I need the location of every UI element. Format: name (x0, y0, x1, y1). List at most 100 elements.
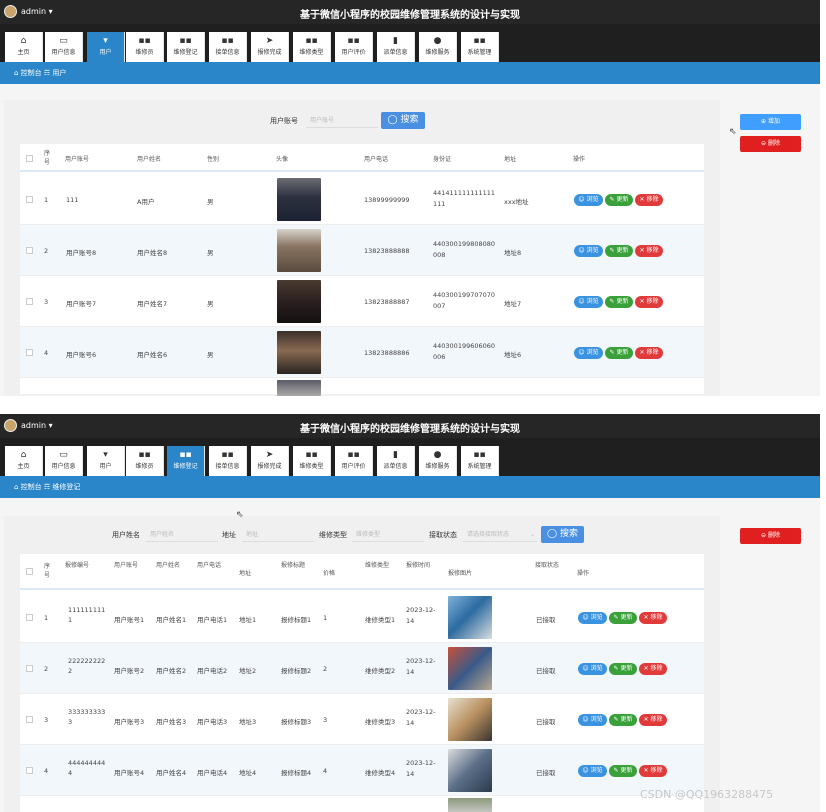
nav-item[interactable]: ▪▪ 用户评价 (335, 446, 373, 476)
edit-button[interactable]: ✎ 更新 (605, 347, 633, 359)
delete-button[interactable]: ⊖ 删除 (740, 136, 801, 152)
col-header[interactable]: 身份证 (433, 154, 451, 163)
remove-button[interactable]: ✕ 移除 (635, 245, 663, 257)
col-header[interactable]: 报修时间 (406, 560, 430, 569)
select-all-checkbox[interactable] (26, 568, 33, 575)
remove-button[interactable]: ✕ 移除 (639, 612, 667, 624)
nav-item-active[interactable]: ▪▪ 维修登记 (167, 446, 205, 476)
type-filter-input[interactable]: 维修类型 (352, 527, 424, 542)
view-button[interactable]: ☺ 浏览 (574, 296, 603, 308)
edit-button[interactable]: ✎ 更新 (605, 245, 633, 257)
remove-button[interactable]: ✕ 移除 (635, 194, 663, 206)
nav-item[interactable]: ▪▪ 接单信息 (209, 32, 247, 62)
nav-item[interactable]: ▪▪ 系统管理 (461, 446, 499, 476)
name-filter-input[interactable]: 用户姓名 (146, 527, 218, 542)
nav-item[interactable]: ▪▪ 用户评价 (335, 32, 373, 62)
nav-item[interactable]: ▮ 派单信息 (377, 446, 415, 476)
nav-item[interactable]: ⌂ 主页 (5, 32, 43, 62)
nav-item[interactable]: ▪▪ 维修类型 (293, 446, 331, 476)
col-header[interactable]: 性别 (207, 154, 219, 163)
nav-item[interactable]: ▪▪ 维修员 (126, 32, 164, 62)
user-icon: ▾ (103, 450, 108, 460)
nav-item[interactable]: ▮ 派单信息 (377, 32, 415, 62)
edit-button[interactable]: ✎ 更新 (605, 296, 633, 308)
remove-button[interactable]: ✕ 移除 (639, 663, 667, 675)
row-checkbox[interactable] (26, 196, 33, 203)
col-header[interactable]: 报修图片 (448, 568, 472, 577)
add-button[interactable]: ⊕ 增加 (740, 114, 801, 130)
nav-item[interactable]: ➤ 报修完成 (251, 32, 289, 62)
nav-item-active[interactable]: ▾ 用户 (87, 32, 125, 62)
content-area: 用户姓名 用户姓名 地址 地址 维修类型 维修类型 接取状态 请选择接取状态 ⌄ … (0, 498, 820, 812)
nav-item[interactable]: ▪▪ 接单信息 (209, 446, 247, 476)
col-header[interactable]: 报修编号 (65, 560, 89, 569)
nav-item[interactable]: ➤ 报修完成 (251, 446, 289, 476)
remove-button[interactable]: ✕ 移除 (639, 765, 667, 777)
search-input[interactable]: 用户账号 (306, 113, 378, 128)
col-header[interactable]: 用户账号 (65, 154, 89, 163)
edit-button[interactable]: ✎ 更新 (609, 612, 637, 624)
row-checkbox[interactable] (26, 716, 33, 723)
view-button[interactable]: ☺ 浏览 (578, 612, 607, 624)
edit-button[interactable]: ✎ 更新 (605, 194, 633, 206)
view-button[interactable]: ☺ 浏览 (574, 347, 603, 359)
remove-button[interactable]: ✕ 移除 (635, 296, 663, 308)
edit-button[interactable]: ✎ 更新 (609, 663, 637, 675)
repair-table: 序号 报修编号 用户账号 用户姓名 用户电话 地址 报修标题 价格 维修类型 报… (20, 554, 704, 812)
delete-button[interactable]: ⊖ 删除 (740, 528, 801, 544)
edit-button[interactable]: ✎ 更新 (609, 714, 637, 726)
remove-button[interactable]: ✕ 移除 (639, 714, 667, 726)
edit-button[interactable]: ✎ 更新 (609, 765, 637, 777)
content-area: 用户账号 用户账号 ◯ 搜索 序号 用户账号 用户姓名 性别 头像 用户电话 身… (0, 84, 820, 396)
col-header[interactable]: 报修标题 (281, 560, 305, 569)
row-checkbox[interactable] (26, 614, 33, 621)
view-button[interactable]: ☺ 浏览 (578, 765, 607, 777)
col-header[interactable]: 地址 (239, 568, 251, 577)
row-checkbox[interactable] (26, 349, 33, 356)
view-button[interactable]: ☺ 浏览 (578, 714, 607, 726)
view-button[interactable]: ☺ 浏览 (578, 663, 607, 675)
nav-item[interactable]: ▪▪ 维修登记 (167, 32, 205, 62)
nav-item[interactable]: ▪▪ 维修员 (126, 446, 164, 476)
search-button[interactable]: ◯ 搜索 (381, 112, 425, 129)
col-header[interactable]: 用户姓名 (137, 154, 161, 163)
nav-item[interactable]: ● 维修服务 (419, 32, 457, 62)
nav-item[interactable]: ▪▪ 系统管理 (461, 32, 499, 62)
table-row: 3 333333333 3 用户账号3 用户姓名3 用户电话3 地址3 报修标题… (20, 694, 704, 745)
row-checkbox[interactable] (26, 665, 33, 672)
chevron-down-icon: ⌄ (529, 531, 535, 538)
nav-item[interactable]: ● 维修服务 (419, 446, 457, 476)
row-checkbox[interactable] (26, 298, 33, 305)
col-header[interactable]: 维修类型 (365, 560, 389, 569)
col-header[interactable]: 地址 (504, 154, 516, 163)
app-title: 基于微信小程序的校园维修管理系统的设计与实现 (300, 10, 520, 21)
nav-item[interactable]: ⌂ 主页 (5, 446, 43, 476)
nav-item[interactable]: ▭ 用户信息 (45, 446, 83, 476)
select-all-checkbox[interactable] (26, 155, 33, 162)
col-header[interactable]: 用户姓名 (156, 560, 180, 569)
row-checkbox[interactable] (26, 247, 33, 254)
grid-icon: ▪▪ (138, 36, 151, 46)
nav-item[interactable]: ▭ 用户信息 (45, 32, 83, 62)
col-header[interactable]: 头像 (276, 154, 288, 163)
col-header[interactable]: 用户账号 (114, 560, 138, 569)
col-header[interactable]: 接取状态 (535, 560, 559, 569)
nav-item[interactable]: ▪▪ 维修类型 (293, 32, 331, 62)
view-button[interactable]: ☺ 浏览 (574, 245, 603, 257)
row-checkbox[interactable] (26, 767, 33, 774)
table-row-partial (20, 378, 704, 396)
nav-item[interactable]: ▾ 用户 (87, 446, 125, 476)
avatar-photo (277, 229, 321, 272)
repair-photo (448, 749, 492, 792)
home-icon: ⌂ (20, 450, 27, 460)
col-header[interactable]: 用户电话 (364, 154, 388, 163)
col-header[interactable]: 价格 (323, 568, 335, 577)
status-filter-select[interactable]: 请选择接取状态 ⌄ (463, 527, 537, 542)
search-button[interactable]: ◯ 搜索 (541, 526, 584, 543)
view-button[interactable]: ☺ 浏览 (574, 194, 603, 206)
remove-button[interactable]: ✕ 移除 (635, 347, 663, 359)
col-header[interactable]: 用户电话 (197, 560, 221, 569)
address-filter-input[interactable]: 地址 (242, 527, 314, 542)
repair-photo (448, 798, 492, 812)
grid-icon: ▪▪ (138, 450, 151, 460)
